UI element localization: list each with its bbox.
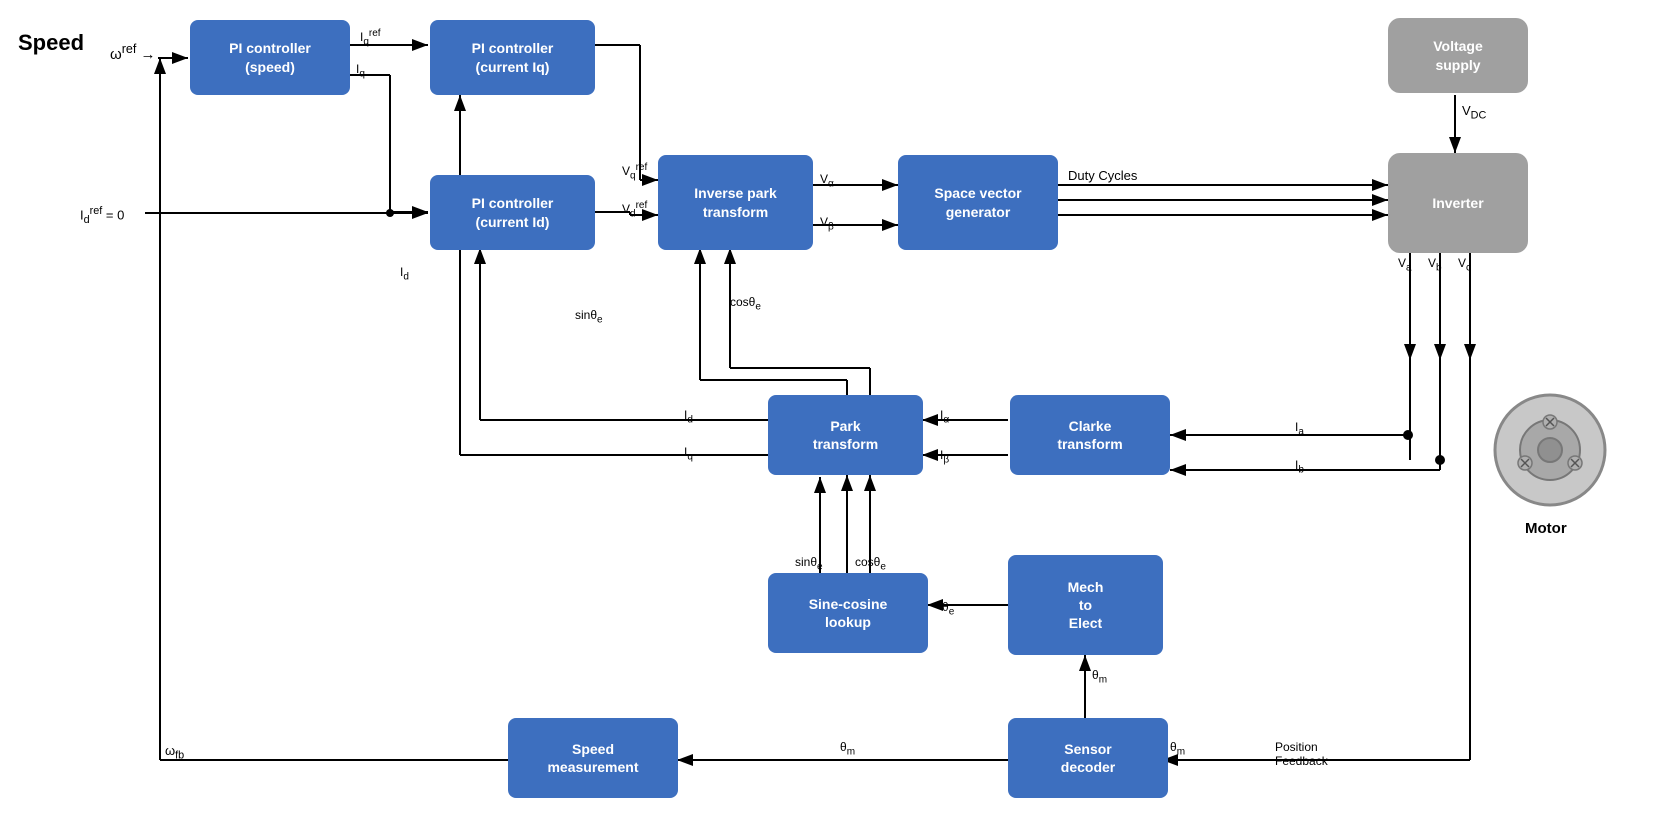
- motor-icon: [1490, 390, 1610, 515]
- vdc-label: VDC: [1462, 103, 1486, 122]
- sin-theta-inv-park: sinθe: [575, 308, 603, 325]
- speed-measurement-block: Speedmeasurement: [508, 718, 678, 798]
- speed-ref-label: Speed: [18, 30, 84, 56]
- omega-fb-label: ωfb: [165, 743, 184, 762]
- i-beta-label: Iβ: [940, 448, 949, 465]
- i-alpha-label: Iα: [940, 408, 949, 425]
- omega-ref-label: ωref →: [110, 42, 155, 63]
- vq-ref-label: Vqref: [622, 162, 647, 181]
- iq-park-label: Iq: [684, 445, 693, 462]
- vd-ref-label: Vdref: [622, 200, 647, 219]
- va-label: Va: [1398, 256, 1412, 273]
- theta-e-label: θe: [942, 600, 954, 617]
- sine-cosine-block: Sine-cosinelookup: [768, 573, 928, 653]
- theta-m-sensor-speed: θm: [840, 740, 855, 757]
- ib-label: Ib: [1295, 458, 1304, 475]
- pi-iq-block: PI controller(current Iq): [430, 20, 595, 95]
- vb-label: Vb: [1428, 256, 1442, 273]
- theta-m-feedback-label: θm: [1170, 740, 1185, 757]
- id-feedback-label: Id: [684, 408, 693, 425]
- iq-ref-label: Iqref: [360, 28, 381, 47]
- pi-id-block: PI controller(current Id): [430, 175, 595, 250]
- sensor-decoder-block: Sensordecoder: [1008, 718, 1168, 798]
- motor-label: Motor: [1525, 520, 1567, 537]
- ia-label: Ia: [1295, 420, 1304, 437]
- id-pi-input-label: Id: [400, 265, 409, 282]
- iq-feedback-label: Iq: [356, 62, 365, 79]
- vc-label: Vc: [1458, 256, 1471, 273]
- clarke-block: Clarketransform: [1010, 395, 1170, 475]
- v-beta-label: Vβ: [820, 215, 834, 232]
- diagram-container: Speed ωref → PI controller(speed) PI con…: [0, 0, 1656, 835]
- inverter-block: Inverter: [1388, 153, 1528, 253]
- cos-theta-park: cosθe: [855, 555, 886, 572]
- pi-speed-block: PI controller(speed): [190, 20, 350, 95]
- voltage-supply-block: Voltagesupply: [1388, 18, 1528, 93]
- sin-theta-park: sinθe: [795, 555, 823, 572]
- mech-elect-block: MechtoElect: [1008, 555, 1163, 655]
- theta-m-up-label: θm: [1092, 668, 1107, 685]
- v-alpha-label: Vα: [820, 172, 834, 189]
- id-ref-label: Idref = 0: [80, 205, 124, 226]
- duty-cycles-label: Duty Cycles: [1068, 168, 1137, 183]
- park-block: Parktransform: [768, 395, 923, 475]
- cos-theta-inv-park: cosθe: [730, 295, 761, 312]
- space-vector-block: Space vectorgenerator: [898, 155, 1058, 250]
- position-feedback-label: PositionFeedback: [1275, 740, 1328, 768]
- inverse-park-block: Inverse parktransform: [658, 155, 813, 250]
